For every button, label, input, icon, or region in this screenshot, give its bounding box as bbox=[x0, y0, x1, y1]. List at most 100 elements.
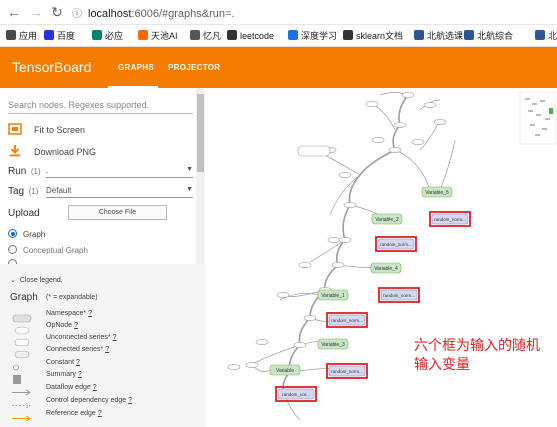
bookmark-label: sklearn文档 bbox=[356, 31, 404, 41]
help-link[interactable]: ? bbox=[76, 359, 80, 366]
dataflow-edge-icon bbox=[12, 384, 32, 396]
bookmark-item[interactable]: 应用 bbox=[6, 29, 37, 43]
op-node[interactable] bbox=[401, 92, 415, 98]
op-node[interactable] bbox=[433, 119, 447, 125]
forward-icon[interactable]: → bbox=[28, 4, 44, 20]
close-legend-label: Close legend. bbox=[19, 277, 63, 284]
help-link[interactable]: ? bbox=[113, 334, 117, 341]
bookmark-icon bbox=[138, 30, 148, 40]
annotation-text: 六个框为输入的随机输入变量 bbox=[414, 337, 540, 372]
op-node[interactable] bbox=[327, 237, 341, 243]
bookmark-item[interactable]: 北 bbox=[535, 29, 557, 43]
bookmark-item[interactable]: 天池AI bbox=[138, 29, 178, 43]
help-link[interactable]: ? bbox=[105, 346, 109, 353]
legend-item-label: Summary bbox=[46, 371, 76, 378]
address-bar: ← → ↻ ⓘ localhost:6006/#graphs&run=. bbox=[0, 0, 557, 25]
reload-icon[interactable]: ↻ bbox=[49, 4, 65, 20]
help-link[interactable]: ? bbox=[93, 384, 97, 391]
bookmark-icon bbox=[464, 30, 474, 40]
summary-icon bbox=[12, 371, 32, 384]
tab-projector[interactable]: PROJECTOR bbox=[168, 63, 220, 72]
op-node[interactable] bbox=[338, 237, 352, 243]
dataflow-edge bbox=[439, 139, 456, 191]
minimap-node bbox=[536, 114, 541, 116]
run-count: (1) bbox=[30, 167, 41, 176]
download-png-button[interactable]: Download PNG bbox=[8, 144, 96, 157]
minimap-marker bbox=[549, 108, 553, 114]
graph-canvas[interactable]: Variable_5 Variable_2 Variable_4 Variable_1… bbox=[205, 88, 557, 427]
variable-node-label: Variable_5 bbox=[425, 190, 449, 196]
bookmark-label: 应用 bbox=[19, 31, 38, 41]
graph-radio[interactable]: Graph bbox=[8, 229, 45, 239]
run-label: Run bbox=[8, 166, 27, 177]
search-input[interactable]: Search nodes. Regexes supported. bbox=[8, 100, 193, 114]
bookmarks-bar: 应用 百度 必应 天池AI 忆凡 leetcode 深度学习 sklearn文档 北航选课 北航综… bbox=[0, 25, 557, 47]
bookmark-item[interactable]: 深度学习 bbox=[288, 29, 337, 43]
bookmark-item[interactable]: 忆凡 bbox=[190, 29, 221, 43]
close-legend-toggle[interactable]: ⌄ Close legend. bbox=[10, 276, 63, 284]
help-link[interactable]: ? bbox=[88, 310, 92, 317]
op-node[interactable] bbox=[331, 262, 345, 268]
help-link[interactable]: ? bbox=[78, 371, 82, 378]
radio-unselected-icon bbox=[8, 245, 17, 254]
op-node[interactable] bbox=[371, 137, 385, 143]
bookmark-item[interactable]: sklearn文档 bbox=[343, 29, 403, 43]
choose-file-button[interactable]: Choose File bbox=[68, 205, 167, 220]
op-node[interactable] bbox=[303, 315, 317, 321]
legend-item-label: OpNode bbox=[46, 322, 73, 329]
op-node[interactable] bbox=[276, 292, 290, 298]
op-node[interactable] bbox=[411, 139, 425, 145]
help-link[interactable]: ? bbox=[98, 410, 102, 417]
sidebar-controls: Search nodes. Regexes supported. Fit to … bbox=[0, 88, 205, 264]
op-node[interactable] bbox=[423, 102, 437, 108]
bookmark-icon bbox=[6, 30, 16, 40]
run-select[interactable]: . ▼ bbox=[46, 166, 193, 178]
namespace-node[interactable] bbox=[297, 145, 331, 157]
bookmark-icon bbox=[227, 30, 237, 40]
app-title: TensorBoard bbox=[12, 59, 92, 75]
bookmark-item[interactable]: 必应 bbox=[92, 29, 123, 43]
op-node[interactable] bbox=[343, 202, 357, 208]
op-node[interactable] bbox=[293, 342, 307, 348]
graph-svg[interactable]: Variable_5 Variable_2 Variable_4 Variable_1… bbox=[205, 88, 557, 427]
legend-item-label: Unconnected series* bbox=[46, 334, 111, 341]
bookmark-label: 深度学习 bbox=[301, 31, 338, 41]
op-node[interactable] bbox=[298, 262, 312, 268]
opnode-icon bbox=[12, 322, 32, 335]
reference-edge-icon bbox=[12, 410, 32, 422]
tab-graphs[interactable]: GRAPHS bbox=[118, 63, 154, 72]
legend-item: Constant? bbox=[46, 359, 80, 366]
scrollbar-thumb[interactable] bbox=[197, 94, 204, 172]
op-node[interactable] bbox=[338, 172, 352, 178]
fit-to-screen-button[interactable]: Fit to Screen bbox=[8, 123, 85, 135]
dataflow-edge bbox=[342, 204, 351, 241]
help-link[interactable]: ? bbox=[128, 397, 132, 404]
bookmark-item[interactable]: 北航选课 bbox=[414, 29, 463, 43]
bookmark-item[interactable]: 北航综合 bbox=[464, 29, 513, 43]
url-field[interactable]: ⓘ localhost:6006/#graphs&run=. bbox=[72, 5, 234, 20]
back-icon[interactable]: ← bbox=[6, 4, 22, 20]
bookmark-icon bbox=[92, 30, 102, 40]
minimap-node bbox=[528, 110, 533, 112]
run-select-value: . bbox=[46, 166, 49, 175]
op-node[interactable] bbox=[227, 364, 241, 370]
sidebar-scrollbar[interactable] bbox=[196, 88, 205, 264]
chevron-down-icon: ⌄ bbox=[10, 277, 16, 284]
bookmark-item[interactable]: leetcode bbox=[227, 29, 274, 43]
tensorboard-window: ← → ↻ ⓘ localhost:6006/#graphs&run=. 应用 百度… bbox=[0, 0, 557, 427]
url-host: localhost bbox=[88, 8, 132, 20]
bookmark-item[interactable]: 百度 bbox=[44, 29, 75, 43]
unconnected-series-icon bbox=[12, 334, 32, 346]
op-node[interactable] bbox=[365, 101, 379, 107]
conceptual-graph-radio[interactable]: Conceptual Graph bbox=[8, 245, 88, 255]
op-node[interactable] bbox=[245, 362, 259, 368]
minimap-node bbox=[545, 118, 550, 120]
bookmark-icon bbox=[190, 30, 200, 40]
op-node[interactable] bbox=[393, 122, 407, 128]
info-icon[interactable]: ⓘ bbox=[72, 9, 82, 20]
variable-node-label: Variable_4 bbox=[374, 266, 398, 272]
tag-select[interactable]: Default ▼ bbox=[46, 186, 193, 198]
op-node[interactable] bbox=[255, 339, 269, 345]
help-link[interactable]: ? bbox=[74, 322, 78, 329]
op-node[interactable] bbox=[388, 147, 402, 153]
